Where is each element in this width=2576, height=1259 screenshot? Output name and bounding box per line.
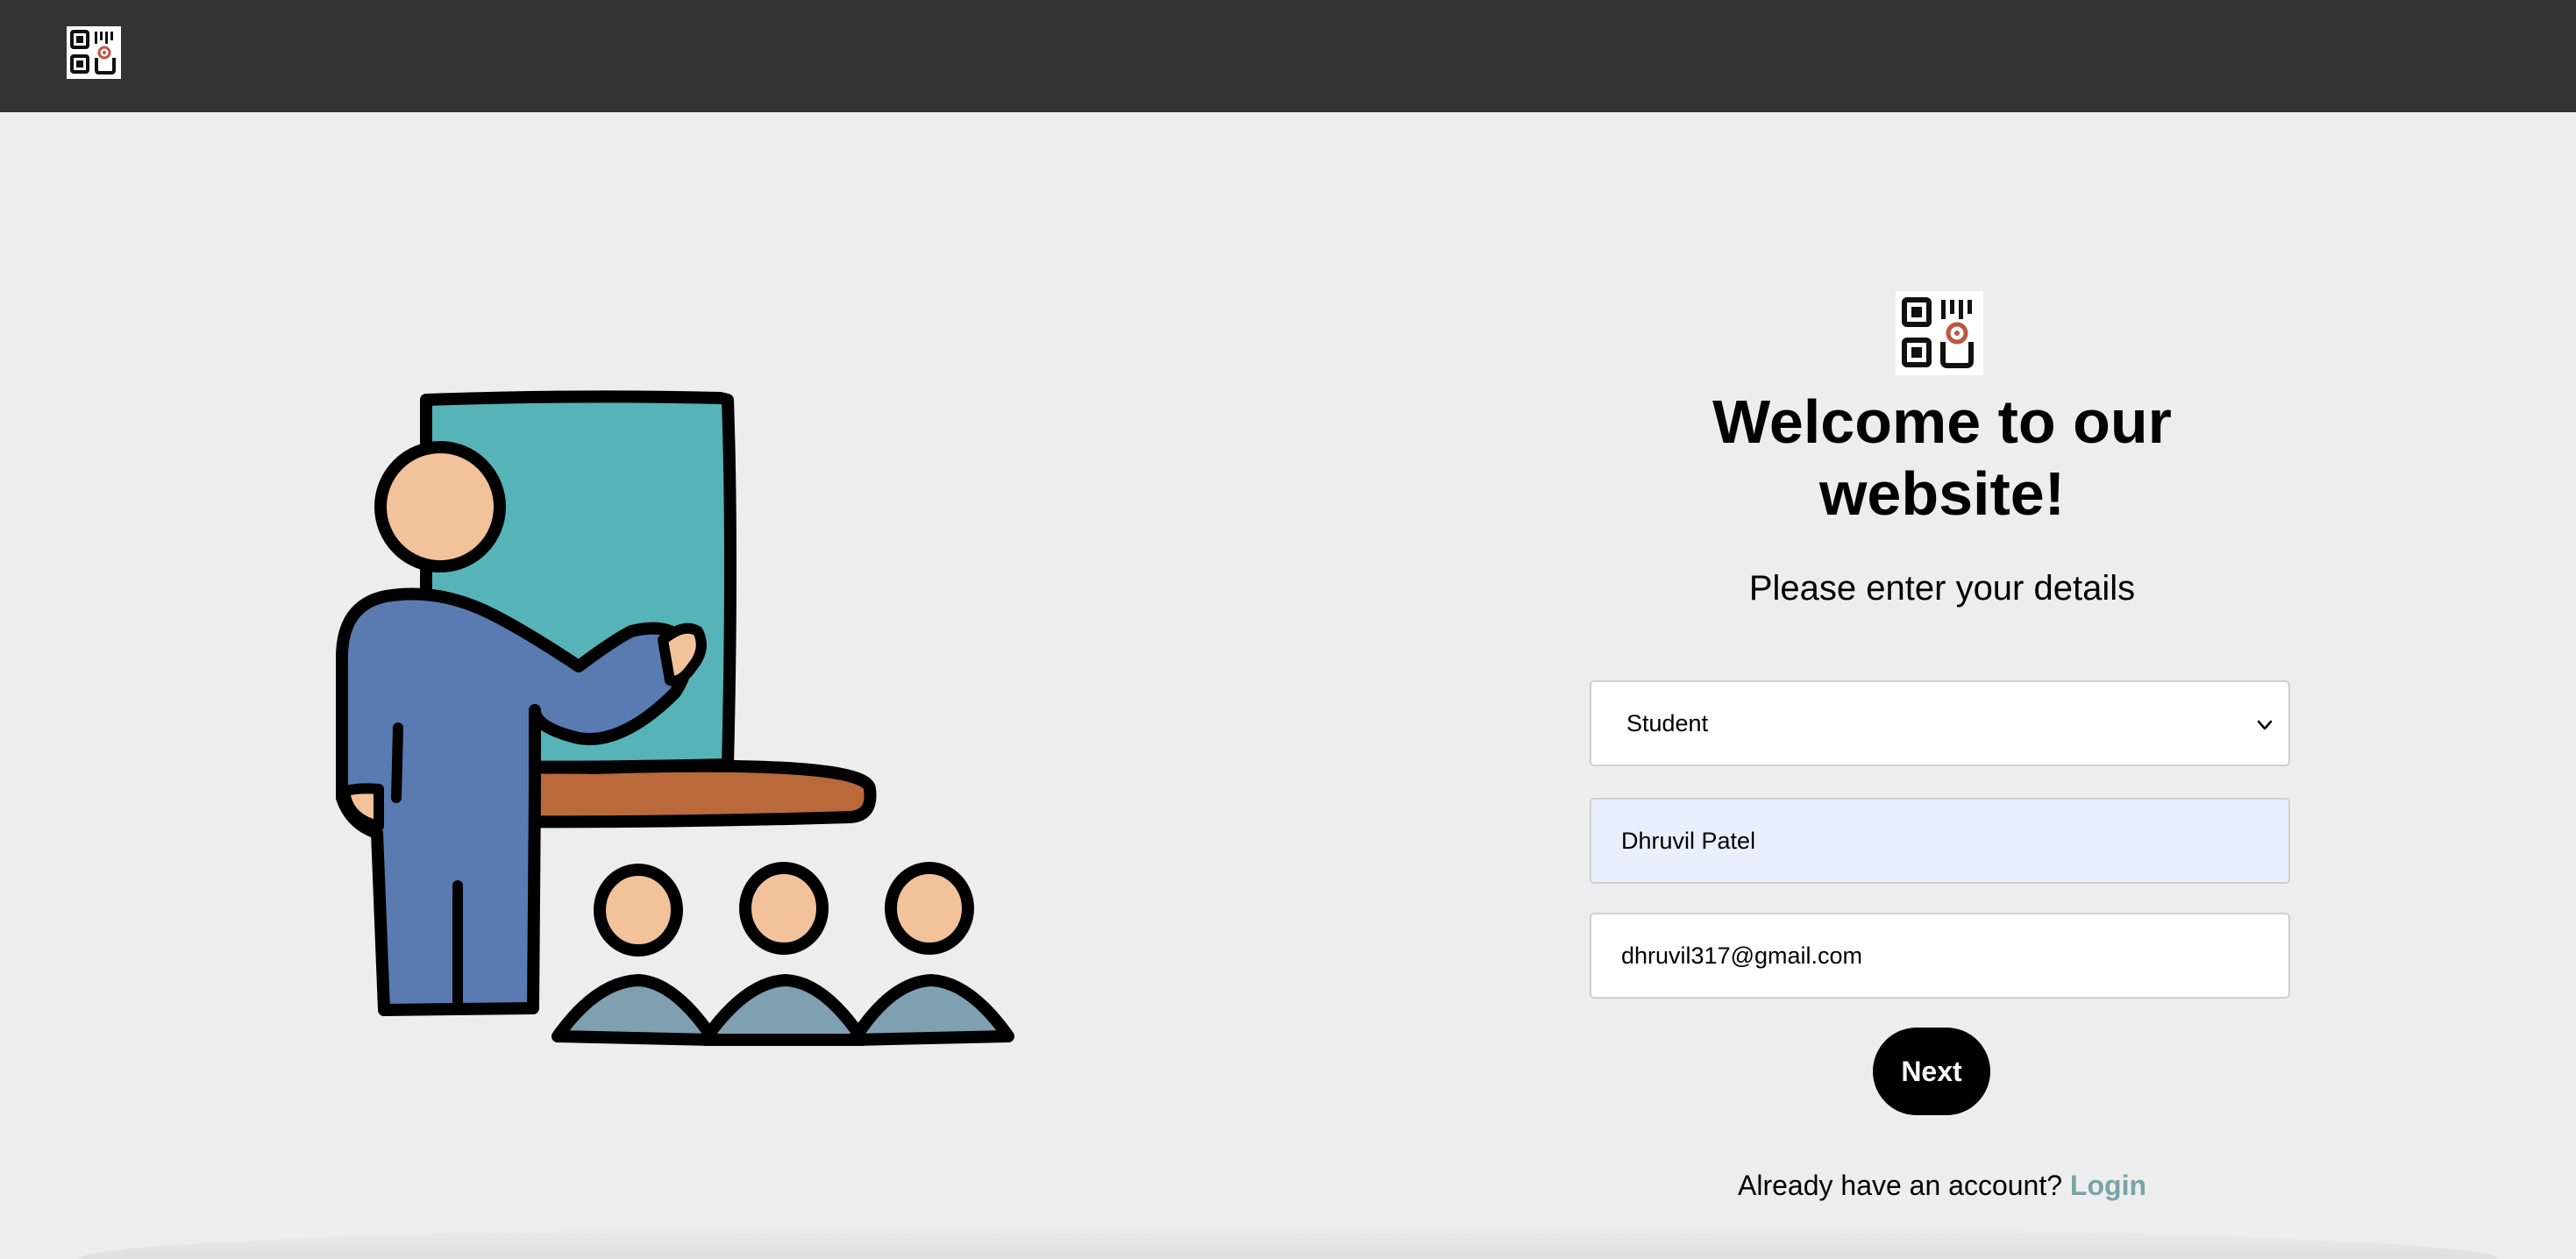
name-input[interactable]: Dhruvil Patel [1590,798,2290,884]
page-subtitle: Please enter your details [1748,569,2136,608]
role-select[interactable]: Student [1590,680,2290,766]
top-nav-bar [0,0,2576,112]
account-prompt-text: Already have an account? [1738,1170,2063,1201]
email-input[interactable]: dhruvil317@gmail.com [1590,913,2290,999]
role-select-value: Student [1626,709,1709,736]
qr-code-logo-icon [1896,291,1983,375]
teacher-at-blackboard-illustration [316,377,1052,1078]
name-input-value: Dhruvil Patel [1621,827,1756,854]
login-link[interactable]: Login [2070,1170,2146,1201]
chevron-down-icon [2255,714,2274,733]
login-prompt: Already have an account? Login [1605,1168,2280,1203]
email-input-value: dhruvil317@gmail.com [1621,942,1863,969]
next-button[interactable]: Next [1873,1028,1990,1115]
qr-code-logo-icon[interactable] [67,26,121,79]
page-title: Welcome to our website! [1712,388,2172,528]
